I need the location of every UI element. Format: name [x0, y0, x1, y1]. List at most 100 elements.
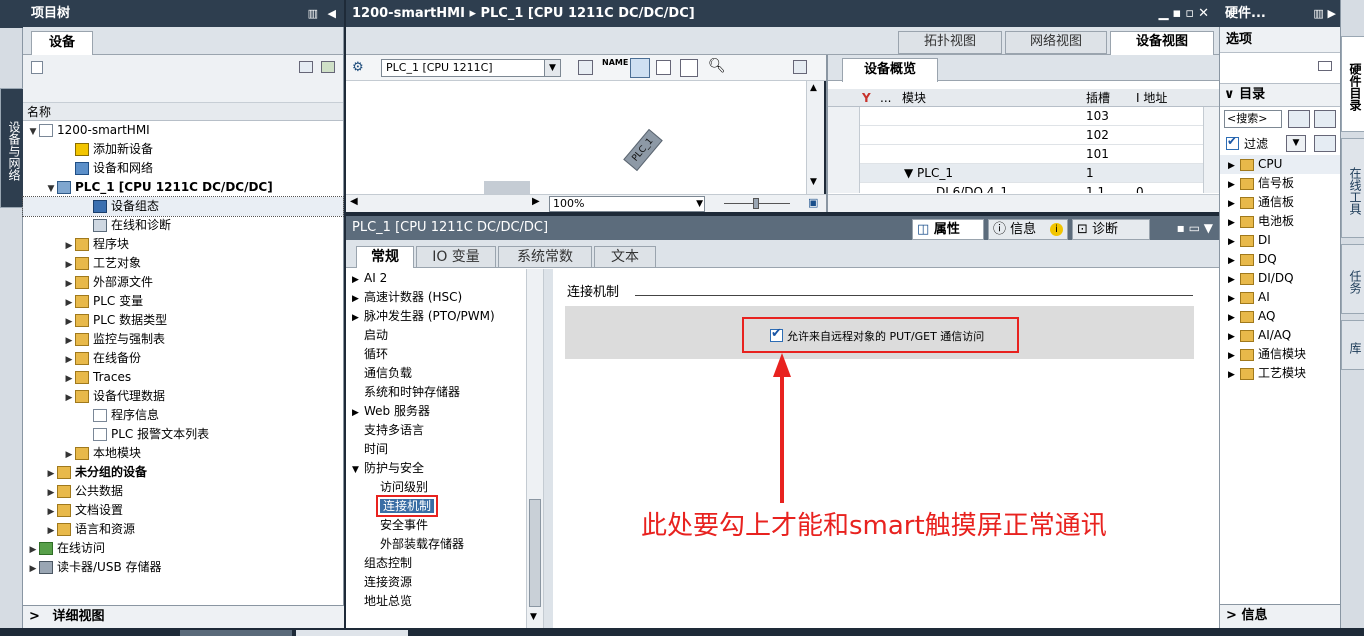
- tree-item[interactable]: ▶ 公共数据: [23, 482, 343, 501]
- grid-icon[interactable]: [578, 60, 593, 75]
- search-up-icon[interactable]: [1314, 110, 1336, 128]
- tree-item[interactable]: ▶ 在线访问: [23, 539, 343, 558]
- catalog-item[interactable]: ▶ 工艺模块: [1220, 364, 1340, 383]
- tree-item[interactable]: ▶ PLC 变量: [23, 292, 343, 311]
- filter-checkbox[interactable]: ✔: [1226, 134, 1239, 150]
- hardware-catalog-vtab[interactable]: 硬件目录: [1341, 36, 1364, 132]
- nav-item[interactable]: 安全事件: [346, 516, 526, 535]
- tree-item[interactable]: 在线和诊断: [23, 216, 343, 235]
- nav-scroll-down-icon[interactable]: ▼: [530, 612, 537, 622]
- device-select[interactable]: PLC_1 [CPU 1211C] ▼: [381, 59, 561, 77]
- tree-item[interactable]: PLC 报警文本列表: [23, 425, 343, 444]
- tree-item[interactable]: 程序信息: [23, 406, 343, 425]
- overview-row[interactable]: 103: [828, 107, 1219, 126]
- expand-arrow-icon[interactable]: ▶: [27, 560, 39, 579]
- general-tab[interactable]: 常规: [356, 246, 414, 268]
- zoom-slider-thumb[interactable]: [753, 198, 759, 209]
- io-tags-tab[interactable]: IO 变量: [416, 246, 496, 268]
- nav-item[interactable]: 外部装载存储器: [346, 535, 526, 554]
- overview-row[interactable]: ▼ PLC_1 1: [828, 164, 1219, 183]
- properties-window-controls[interactable]: ▪ ▭ ▼: [1177, 216, 1213, 240]
- nav-item[interactable]: 地址总览: [346, 592, 526, 611]
- overview-icon[interactable]: [793, 60, 807, 74]
- fit-icon[interactable]: ▣: [808, 196, 818, 209]
- page-icon[interactable]: [680, 59, 698, 77]
- catalog-item[interactable]: ▶ 通信模块: [1220, 345, 1340, 364]
- tree-item[interactable]: 设备和网络: [23, 159, 343, 178]
- tree-item[interactable]: ▶ 读卡器/USB 存储器: [23, 558, 343, 577]
- nav-item[interactable]: ▶ 脉冲发生器 (PTO/PWM): [346, 307, 526, 326]
- show-module-icon[interactable]: [630, 58, 650, 78]
- diagnostics-tab[interactable]: ⊡ 诊断: [1072, 219, 1150, 240]
- overview-vscroll[interactable]: [1203, 107, 1219, 193]
- tree-item[interactable]: ▶ 文档设置: [23, 501, 343, 520]
- tree-item[interactable]: ▶ Traces: [23, 368, 343, 387]
- catalog-controls-icon[interactable]: ▥ ▶: [1313, 0, 1336, 27]
- tree-item[interactable]: ▶ 设备代理数据: [23, 387, 343, 406]
- tasks-vtab[interactable]: 任务: [1341, 244, 1364, 314]
- nav-item[interactable]: ▶ AI 2: [346, 269, 526, 288]
- scroll-right-icon[interactable]: ▶: [532, 196, 540, 207]
- catalog-item[interactable]: ▶ DI: [1220, 231, 1340, 250]
- nav-item[interactable]: ▶ Web 服务器: [346, 402, 526, 421]
- tree-item[interactable]: 添加新设备: [23, 140, 343, 159]
- tree-item[interactable]: ▶ 监控与强制表: [23, 330, 343, 349]
- catalog-item[interactable]: ▶ DI/DQ: [1220, 269, 1340, 288]
- scroll-up-icon[interactable]: ▲: [810, 83, 817, 93]
- overview-hscroll[interactable]: [828, 194, 1219, 212]
- tree-item[interactable]: ▶ 程序块: [23, 235, 343, 254]
- tree-item[interactable]: 设备组态: [22, 196, 344, 217]
- nav-item[interactable]: 通信负载: [346, 364, 526, 383]
- scroll-left-icon[interactable]: ◀: [350, 196, 358, 207]
- put-get-checkbox[interactable]: ✔: [770, 326, 783, 342]
- catalog-search-input[interactable]: <搜索>: [1224, 110, 1282, 128]
- tree-item[interactable]: ▶ 未分组的设备: [23, 463, 343, 482]
- nav-item[interactable]: 组态控制: [346, 554, 526, 573]
- tree-item[interactable]: ▼ PLC_1 [CPU 1211C DC/DC/DC]: [23, 178, 343, 197]
- nav-item[interactable]: 系统和时钟存储器: [346, 383, 526, 402]
- device-view-tab[interactable]: 设备视图: [1110, 31, 1214, 55]
- overview-row[interactable]: 101: [828, 145, 1219, 164]
- catalog-item[interactable]: ▶ DQ: [1220, 250, 1340, 269]
- dock-icon[interactable]: ▥: [308, 0, 318, 27]
- taskbar-item-device[interactable]: [296, 630, 408, 636]
- overview-row[interactable]: DI 6/DQ 4_1 1 1 0: [828, 183, 1219, 193]
- scroll-down-icon[interactable]: ▼: [810, 177, 817, 187]
- catalog-item[interactable]: ▶ 通信板: [1220, 193, 1340, 212]
- catalog-item[interactable]: ▶ AI: [1220, 288, 1340, 307]
- filter-dropdown-icon[interactable]: ▼: [1286, 135, 1306, 152]
- export-icon[interactable]: [321, 61, 335, 73]
- catalog-item[interactable]: ▶ 电池板: [1220, 212, 1340, 231]
- tree-item[interactable]: ▶ 在线备份: [23, 349, 343, 368]
- options-view-icon[interactable]: [1318, 61, 1332, 71]
- tree-item[interactable]: ▶ 外部源文件: [23, 273, 343, 292]
- device-canvas[interactable]: PLC_1: [346, 81, 806, 194]
- topology-view-tab[interactable]: 拓扑视图: [898, 31, 1002, 54]
- overview-row[interactable]: 102: [828, 126, 1219, 145]
- catalog-section-bar[interactable]: ∨ 目录: [1220, 83, 1340, 107]
- new-item-icon[interactable]: [31, 61, 43, 74]
- properties-tab[interactable]: ◫ 属性: [912, 219, 984, 240]
- filter-icon[interactable]: Y: [862, 89, 871, 107]
- device-overview-tab[interactable]: 设备概览: [842, 58, 938, 82]
- device-icon[interactable]: ⚙: [352, 60, 364, 75]
- nav-item[interactable]: 访问级别: [346, 478, 526, 497]
- network-view-tab[interactable]: 网络视图: [1005, 31, 1107, 54]
- profile-icon[interactable]: [1314, 135, 1336, 152]
- table-view-icon[interactable]: [299, 61, 313, 73]
- tree-item[interactable]: ▶ PLC 数据类型: [23, 311, 343, 330]
- table-icon[interactable]: [656, 60, 671, 75]
- window-controls[interactable]: ▁▪▫✕: [1158, 0, 1213, 27]
- info-bar[interactable]: > 信息: [1220, 604, 1340, 628]
- nav-item[interactable]: ▼ 防护与安全: [346, 459, 526, 478]
- nav-item[interactable]: ▶ 高速计数器 (HSC): [346, 288, 526, 307]
- tree-item[interactable]: ▶ 本地模块: [23, 444, 343, 463]
- texts-tab[interactable]: 文本: [594, 246, 656, 268]
- nav-item[interactable]: 连接机制: [346, 495, 526, 517]
- expand-arrow-icon[interactable]: ▶: [1228, 366, 1240, 385]
- zoom-icon[interactable]: 🔍︎: [708, 58, 726, 74]
- tree-item[interactable]: ▼ 1200-smartHMI: [23, 121, 343, 140]
- tree-item[interactable]: ▶ 工艺对象: [23, 254, 343, 273]
- put-get-label[interactable]: 允许来自远程对象的 PUT/GET 通信访问: [787, 328, 984, 344]
- rename-icon[interactable]: NAME: [602, 58, 628, 67]
